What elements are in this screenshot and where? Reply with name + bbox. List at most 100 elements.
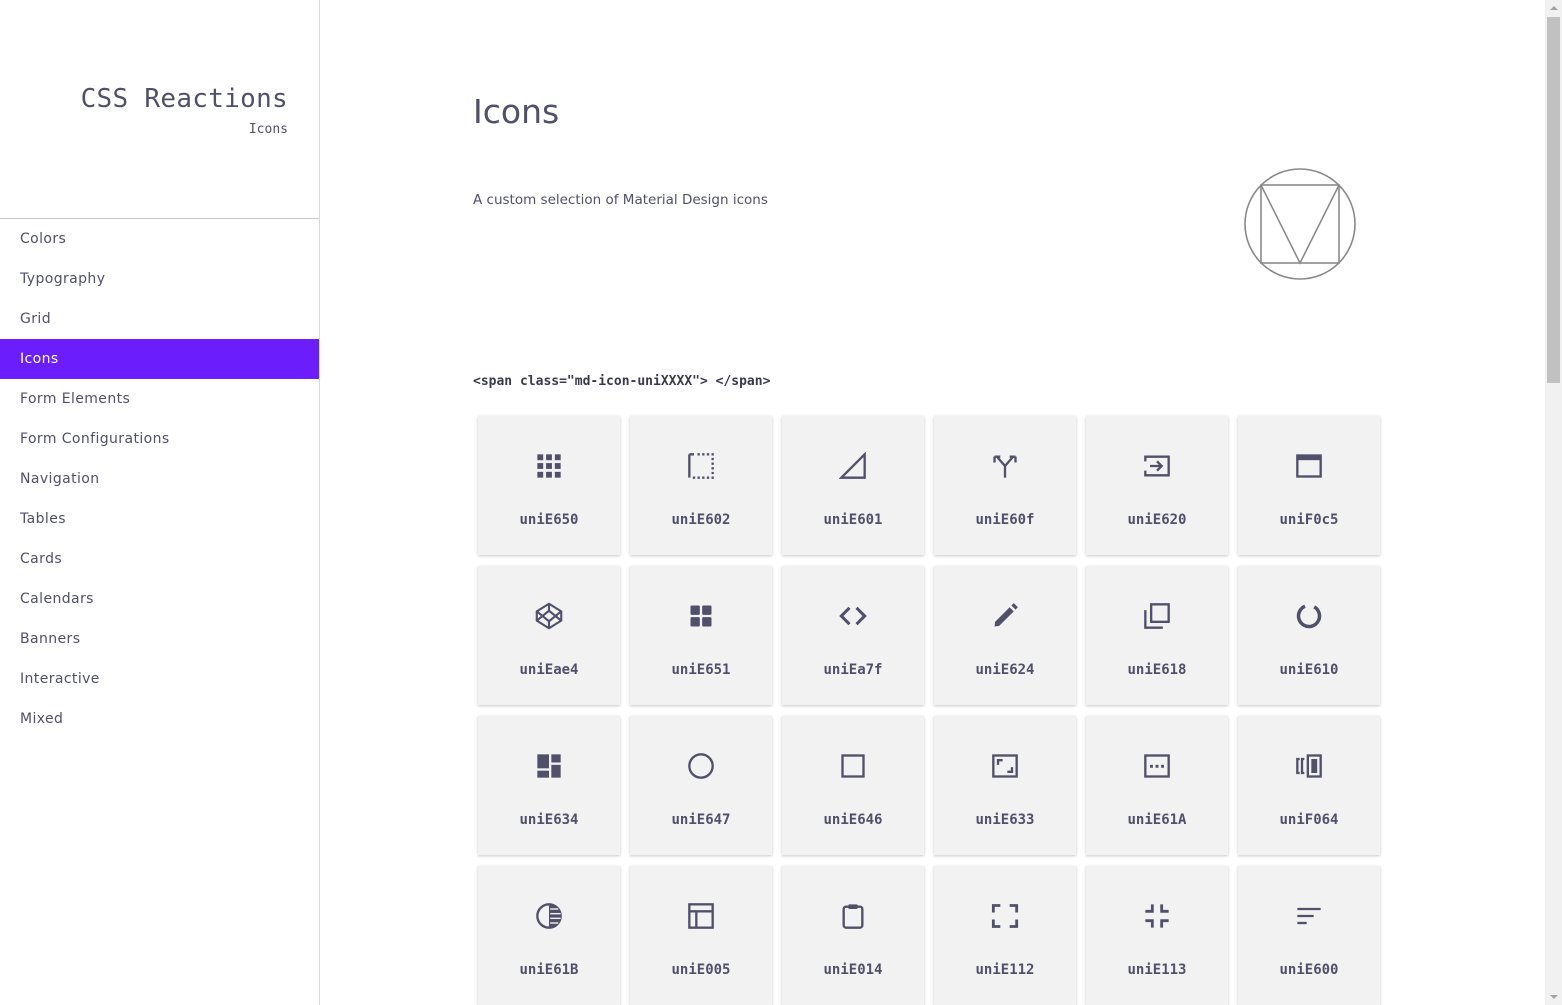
- icon-card-uniE618[interactable]: uniE618: [1086, 566, 1228, 705]
- code-brackets-icon: [839, 602, 867, 630]
- icon-card-uniE634[interactable]: uniE634: [478, 716, 620, 855]
- sidebar-item-icons[interactable]: Icons: [0, 339, 319, 379]
- icon-label: uniE646: [823, 812, 883, 828]
- icon-label: uniE651: [671, 662, 731, 678]
- icon-card-uniE112[interactable]: uniE112: [934, 866, 1076, 1005]
- icon-label: uniE113: [1127, 962, 1187, 978]
- icon-label: uniF064: [1279, 812, 1339, 828]
- icon-card-uniE60f[interactable]: uniE60f: [934, 416, 1076, 555]
- icon-grid: uniE650 uniE602 uniE601 uniE60f uniE620: [478, 416, 1388, 1005]
- sidebar-item-mixed[interactable]: Mixed: [0, 699, 319, 739]
- main-content: Icons A custom selection of Material Des…: [320, 0, 1545, 1005]
- icon-card-uniE600[interactable]: uniE600: [1238, 866, 1380, 1005]
- input-arrow-icon: [1143, 452, 1171, 480]
- icon-card-uniE610[interactable]: uniE610: [1238, 566, 1380, 705]
- copy-layers-icon: [1143, 602, 1171, 630]
- icon-label: uniEae4: [519, 662, 579, 678]
- icon-card-uniE647[interactable]: uniE647: [630, 716, 772, 855]
- circle-outline-icon: [687, 752, 715, 780]
- brand-header: CSS Reactions Icons: [0, 0, 319, 219]
- codepen-cube-icon: [535, 602, 563, 630]
- sidebar-item-cards[interactable]: Cards: [0, 539, 319, 579]
- pencil-icon: [991, 602, 1019, 630]
- loading-ring-icon: [1295, 602, 1323, 630]
- icon-label: uniF0c5: [1279, 512, 1339, 528]
- icon-label: uniE633: [975, 812, 1035, 828]
- sidebar-item-form-elements[interactable]: Form Elements: [0, 379, 319, 419]
- code-sample: <span class="md-icon-uniXXXX"> </span>: [473, 374, 771, 389]
- icon-label: uniE112: [975, 962, 1035, 978]
- square-outline-icon: [839, 752, 867, 780]
- fullscreen-icon: [991, 902, 1019, 930]
- dashboard-icon: [535, 752, 563, 780]
- icon-card-uniE61A[interactable]: uniE61A: [1086, 716, 1228, 855]
- brand-title[interactable]: CSS Reactions: [81, 84, 288, 114]
- icon-label: uniE610: [1279, 662, 1339, 678]
- sidebar: CSS Reactions Icons Colors Typography Gr…: [0, 0, 320, 1005]
- icon-label: uniEa7f: [823, 662, 883, 678]
- clipboard-icon: [839, 902, 867, 930]
- carousel-icon: [1295, 752, 1323, 780]
- icon-label: uniE602: [671, 512, 731, 528]
- icon-card-uniEa7f[interactable]: uniEa7f: [782, 566, 924, 705]
- icon-card-uniE014[interactable]: uniE014: [782, 866, 924, 1005]
- aspect-ratio-icon: [991, 752, 1019, 780]
- icon-label: uniE005: [671, 962, 731, 978]
- grid-squares-icon: [687, 602, 715, 630]
- contrast-icon: [535, 902, 563, 930]
- scroll-up-arrow-icon[interactable]: [1545, 0, 1562, 17]
- page-description: A custom selection of Material Design ic…: [473, 192, 768, 208]
- icon-card-uniEae4[interactable]: uniEae4: [478, 566, 620, 705]
- scrollbar-thumb[interactable]: [1547, 17, 1560, 383]
- icon-card-uniE61B[interactable]: uniE61B: [478, 866, 620, 1005]
- sidebar-item-form-configurations[interactable]: Form Configurations: [0, 419, 319, 459]
- sidebar-item-calendars[interactable]: Calendars: [0, 579, 319, 619]
- border-dotted-icon: [687, 452, 715, 480]
- icon-label: uniE650: [519, 512, 579, 528]
- browser-window-icon: [1295, 452, 1323, 480]
- icon-card-uniF064[interactable]: uniF064: [1238, 716, 1380, 855]
- material-design-logo-icon: [1243, 167, 1357, 281]
- sidebar-item-typography[interactable]: Typography: [0, 259, 319, 299]
- icon-label: uniE601: [823, 512, 883, 528]
- sidebar-nav: Colors Typography Grid Icons Form Elemen…: [0, 219, 319, 739]
- icon-card-uniE633[interactable]: uniE633: [934, 716, 1076, 855]
- signal-triangle-icon: [839, 452, 867, 480]
- sidebar-item-navigation[interactable]: Navigation: [0, 459, 319, 499]
- icon-card-uniE601[interactable]: uniE601: [782, 416, 924, 555]
- icon-card-uniF0c5[interactable]: uniF0c5: [1238, 416, 1380, 555]
- icon-card-uniE005[interactable]: uniE005: [630, 866, 772, 1005]
- dots-box-icon: [1143, 752, 1171, 780]
- layout-panel-icon: [687, 902, 715, 930]
- icon-card-uniE646[interactable]: uniE646: [782, 716, 924, 855]
- icon-card-uniE113[interactable]: uniE113: [1086, 866, 1228, 1005]
- icon-card-uniE650[interactable]: uniE650: [478, 416, 620, 555]
- sidebar-item-interactive[interactable]: Interactive: [0, 659, 319, 699]
- sidebar-item-grid[interactable]: Grid: [0, 299, 319, 339]
- icon-card-uniE624[interactable]: uniE624: [934, 566, 1076, 705]
- icon-label: uniE620: [1127, 512, 1187, 528]
- brand-subtitle: Icons: [248, 122, 288, 137]
- icon-card-uniE651[interactable]: uniE651: [630, 566, 772, 705]
- merge-arrows-icon: [991, 452, 1019, 480]
- sort-lines-icon: [1295, 902, 1323, 930]
- icon-label: uniE634: [519, 812, 579, 828]
- icon-card-uniE620[interactable]: uniE620: [1086, 416, 1228, 555]
- icon-label: uniE60f: [975, 512, 1035, 528]
- page-title: Icons: [473, 92, 560, 131]
- icon-label: uniE647: [671, 812, 731, 828]
- sidebar-item-colors[interactable]: Colors: [0, 219, 319, 259]
- icon-label: uniE61B: [519, 962, 579, 978]
- sidebar-item-banners[interactable]: Banners: [0, 619, 319, 659]
- icon-label: uniE014: [823, 962, 883, 978]
- icon-card-uniE602[interactable]: uniE602: [630, 416, 772, 555]
- scroll-down-arrow-icon[interactable]: [1545, 988, 1562, 1005]
- sidebar-item-tables[interactable]: Tables: [0, 499, 319, 539]
- fullscreen-exit-icon: [1143, 902, 1171, 930]
- icon-label: uniE600: [1279, 962, 1339, 978]
- vertical-scrollbar[interactable]: [1545, 0, 1562, 1005]
- icon-label: uniE618: [1127, 662, 1187, 678]
- icon-label: uniE61A: [1127, 812, 1187, 828]
- icon-label: uniE624: [975, 662, 1035, 678]
- apps-grid-icon: [535, 452, 563, 480]
